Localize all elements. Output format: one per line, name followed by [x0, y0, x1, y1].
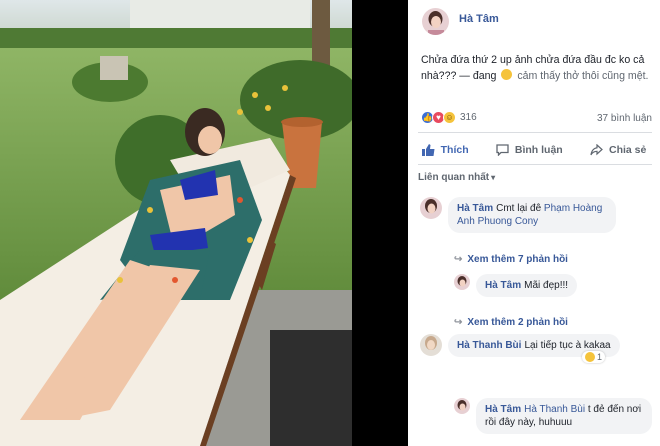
reply-item: Hà Tâm Hà Thanh Bùi t đẻ đến nơi rồi đây … — [454, 398, 652, 434]
comment-count-link[interactable]: 37 bình luận — [597, 113, 652, 124]
comment-text: Lại tiếp tục à kakaa — [524, 340, 611, 351]
view-more-label: Xem thêm 7 phản hồi — [467, 254, 568, 265]
comment-label: Bình luận — [514, 144, 563, 156]
post-header: Hà Tâm — [422, 8, 499, 35]
author-name[interactable]: Hà Tâm — [459, 13, 499, 25]
haha-icon — [585, 352, 595, 362]
like-label: Thích — [440, 144, 469, 156]
comment-filter-label: Liên quan nhất — [418, 172, 490, 183]
comment-filter-dropdown[interactable]: Liên quan nhất ▾ — [418, 172, 495, 183]
commenter-avatar[interactable] — [420, 197, 442, 219]
post-feeling: cảm thấy thở thôi cũng mệt. — [517, 70, 649, 82]
view-more-replies[interactable]: ↪ Xem thêm 7 phản hồi — [454, 254, 568, 265]
divider — [418, 164, 652, 165]
post-caption: Chửa đứa thứ 2 up ảnh chửa đứa đầu đc ko… — [421, 52, 653, 84]
comment-text: Mãi đẹp!!! — [524, 280, 569, 291]
reply-arrow-icon: ↪ — [454, 317, 463, 328]
comment-icon — [496, 144, 509, 156]
haha-icon: ☺ — [443, 111, 456, 124]
comment-author[interactable]: Hà Tâm — [485, 280, 521, 291]
view-more-label: Xem thêm 2 phản hồi — [467, 317, 568, 328]
commenter-avatar[interactable] — [454, 274, 470, 290]
reply-arrow-icon: ↪ — [454, 254, 463, 265]
photo-image — [0, 0, 352, 446]
comment-button[interactable]: Bình luận — [496, 144, 563, 156]
post-photo[interactable] — [0, 0, 352, 446]
divider — [418, 132, 652, 133]
comment-author[interactable]: Hà Tâm — [485, 404, 521, 415]
comment-reaction-badge[interactable]: 1 — [582, 351, 606, 363]
commenter-avatar[interactable] — [420, 334, 442, 356]
comment-bubble: Hà Tâm Cmt lại đê Phạm Hoàng Anh Phuong C… — [448, 197, 616, 233]
commenter-avatar[interactable] — [454, 398, 470, 414]
feeling-emoji-icon — [501, 69, 513, 80]
reaction-count: 316 — [460, 112, 477, 123]
comment-reaction-count: 1 — [597, 352, 603, 362]
comment-mention[interactable]: Hà Thanh Bùi — [524, 404, 585, 415]
share-label: Chia sẻ — [609, 144, 647, 156]
reaction-summary[interactable]: 👍 ♥ ☺ 316 — [421, 111, 477, 124]
comment-item: Hà Tâm Cmt lại đê Phạm Hoàng Anh Phuong C… — [420, 197, 656, 233]
author-avatar[interactable] — [422, 8, 449, 35]
comment-author[interactable]: Hà Thanh Bùi — [457, 340, 521, 351]
like-button[interactable]: Thích — [421, 144, 469, 156]
comment-bubble: Hà Tâm Mãi đẹp!!! — [476, 274, 578, 297]
reply-item: Hà Tâm Mãi đẹp!!! — [454, 274, 578, 297]
comment-bubble: Hà Tâm Hà Thanh Bùi t đẻ đến nơi rồi đây … — [476, 398, 652, 434]
share-button[interactable]: Chia sẻ — [590, 144, 646, 156]
thumbs-up-icon — [421, 144, 435, 156]
action-bar: Thích Bình luận Chia sẻ — [408, 140, 660, 160]
caret-down-icon: ▾ — [491, 173, 496, 182]
share-icon — [590, 144, 603, 156]
view-more-replies[interactable]: ↪ Xem thêm 2 phản hồi — [454, 317, 568, 328]
post-panel: Hà Tâm Chửa đứa thứ 2 up ảnh chửa đứa đầ… — [408, 0, 660, 446]
comment-text: Cmt lại đê — [496, 203, 542, 214]
comment-author[interactable]: Hà Tâm — [457, 203, 493, 214]
